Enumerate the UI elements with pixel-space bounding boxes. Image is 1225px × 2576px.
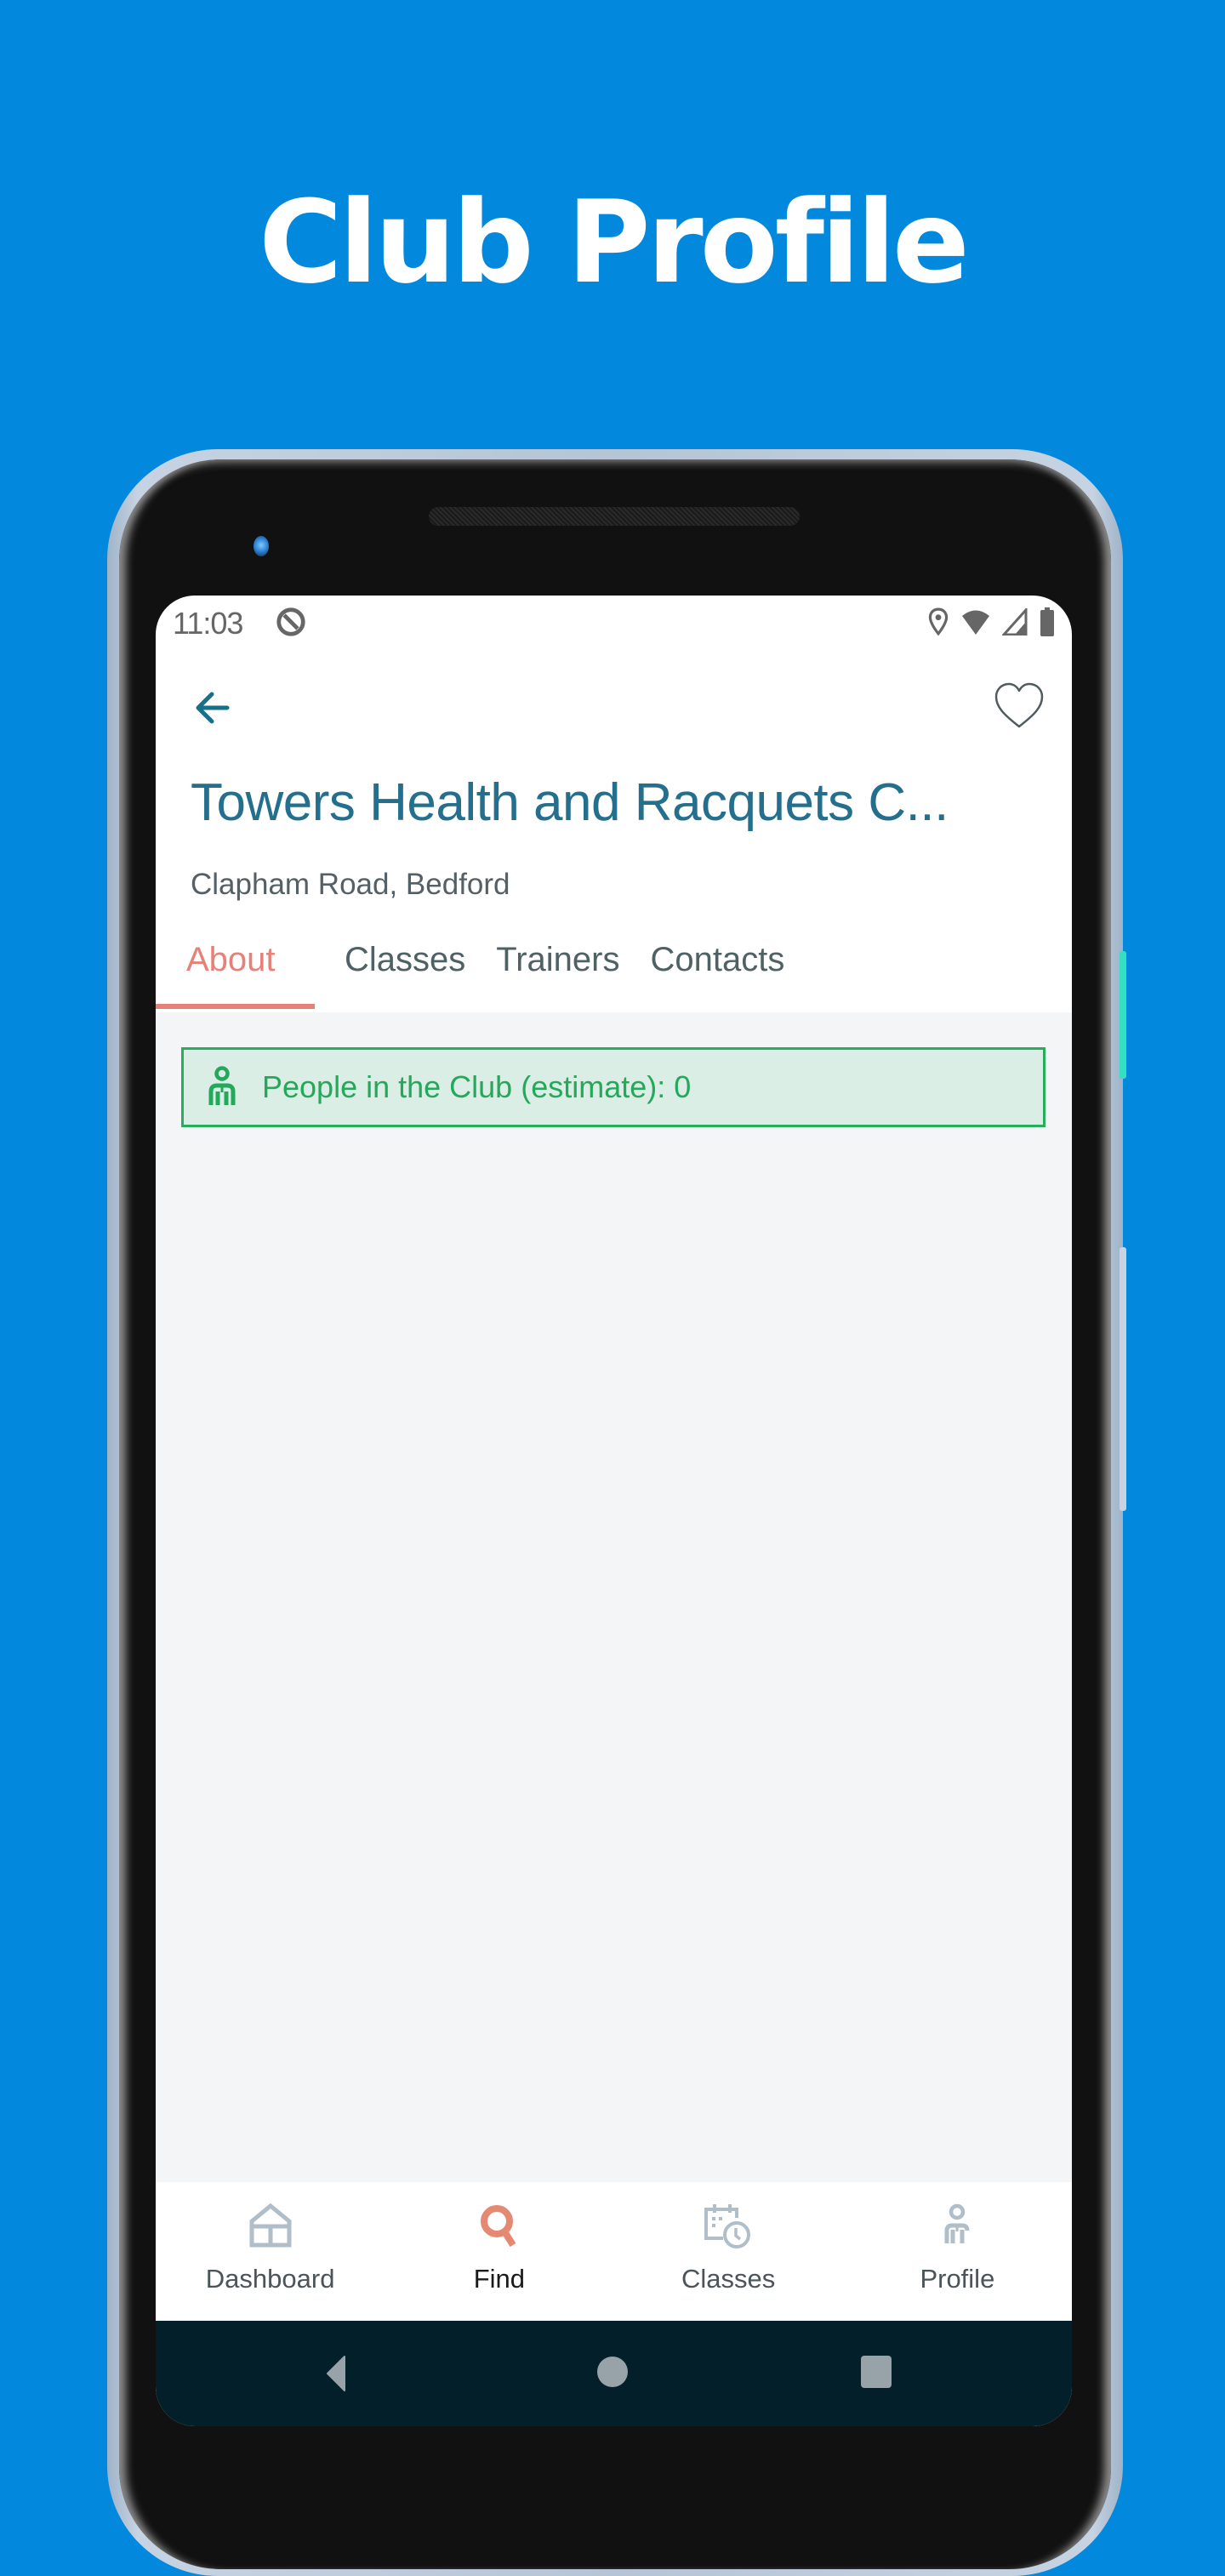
tab-classes[interactable]: Classes xyxy=(329,927,481,1009)
nav-label-dashboard: Dashboard xyxy=(205,2264,335,2294)
status-time: 11:03 xyxy=(173,606,243,641)
club-address: Clapham Road, Bedford xyxy=(191,868,510,901)
search-icon xyxy=(480,2205,516,2248)
active-tab-indicator xyxy=(156,1004,315,1009)
tab-contacts[interactable]: Contacts xyxy=(635,927,800,1009)
person-icon xyxy=(944,2203,970,2243)
about-content: People in the Club (estimate): 0 xyxy=(156,1012,1072,2182)
heart-outline-icon[interactable] xyxy=(992,679,1046,733)
system-navigation-bar xyxy=(156,2321,1072,2426)
location-icon xyxy=(928,607,949,636)
nav-label-find: Find xyxy=(473,2264,526,2294)
home-circle-icon[interactable] xyxy=(595,2355,630,2389)
tab-about[interactable]: About xyxy=(156,927,329,1009)
wifi-icon xyxy=(962,610,989,635)
promo-headline: Club Profile xyxy=(259,176,970,309)
nav-item-find[interactable]: Find xyxy=(385,2182,613,2321)
top-app-bar xyxy=(156,672,1072,749)
occupancy-label: People in the Club (estimate): 0 xyxy=(262,1069,692,1104)
nav-label-profile: Profile xyxy=(920,2264,995,2294)
tab-contacts-label: Contacts xyxy=(650,941,785,978)
person-icon xyxy=(208,1066,236,1105)
signal-icon xyxy=(1002,608,1028,635)
tab-about-label: About xyxy=(186,941,276,978)
arrow-left-icon[interactable] xyxy=(190,682,241,733)
tab-bar: About Classes Trainers Contacts xyxy=(156,927,1072,1012)
phone-screen: 11:03 Towers Health and Racquets C... Cl… xyxy=(156,596,1072,2426)
phone-power-button xyxy=(1120,951,1126,1079)
phone-volume-button xyxy=(1120,1247,1126,1511)
calendar-clock-icon xyxy=(704,2204,751,2248)
nav-label-classes: Classes xyxy=(681,2264,776,2294)
nav-item-profile[interactable]: Profile xyxy=(843,2182,1072,2321)
do-not-disturb-icon xyxy=(276,607,305,636)
nav-item-dashboard[interactable]: Dashboard xyxy=(156,2182,385,2321)
occupancy-banner: People in the Club (estimate): 0 xyxy=(181,1047,1046,1127)
nav-item-classes[interactable]: Classes xyxy=(614,2182,843,2321)
battery-icon xyxy=(1040,607,1054,636)
phone-speaker-grille xyxy=(429,507,800,526)
bottom-navigation: Dashboard Find Classes Profile xyxy=(156,2182,1072,2321)
tab-classes-label: Classes xyxy=(345,941,466,978)
tab-trainers-label: Trainers xyxy=(496,941,620,978)
club-name: Towers Health and Racquets C... xyxy=(191,773,949,832)
recents-square-icon[interactable] xyxy=(860,2355,892,2389)
phone-front-camera xyxy=(254,536,269,556)
tab-trainers[interactable]: Trainers xyxy=(481,927,635,1009)
status-bar: 11:03 xyxy=(156,596,1072,647)
back-triangle-icon[interactable] xyxy=(326,2355,346,2392)
house-icon xyxy=(249,2203,292,2248)
